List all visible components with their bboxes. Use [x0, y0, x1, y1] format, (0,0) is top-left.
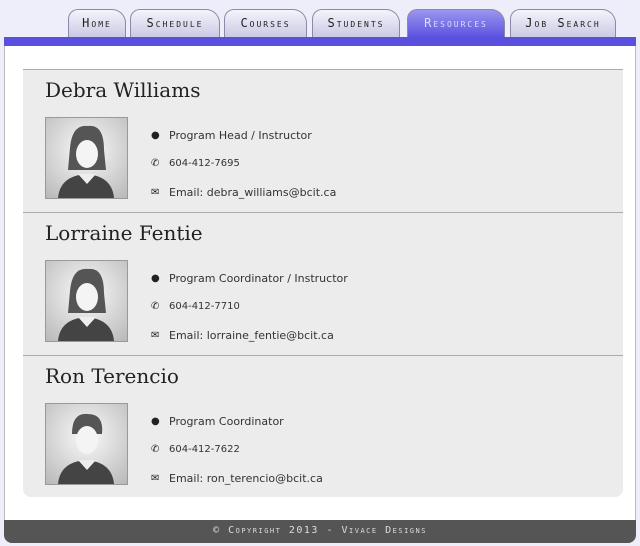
- role-row: ● Program Coordinator: [151, 415, 284, 428]
- envelope-icon: ✉: [151, 187, 160, 198]
- female-avatar-icon: [58, 125, 114, 198]
- role: Program Coordinator: [169, 415, 284, 428]
- male-avatar-icon: [58, 413, 114, 484]
- main-nav: Home Schedule Courses Students Resources…: [0, 9, 640, 38]
- staff-name: Lorraine Fentie: [45, 221, 203, 245]
- phone-row: ✆ 604-412-7695: [151, 158, 240, 169]
- phone: 604-412-7695: [169, 158, 240, 169]
- user-icon: ●: [151, 273, 160, 284]
- staff-card: Ron Terencio ● Program Coordinator ✆ 604-4…: [23, 356, 623, 499]
- phone-row: ✆ 604-412-7710: [151, 301, 240, 312]
- user-icon: ●: [151, 416, 160, 427]
- staff-card: Lorraine Fentie ● Program Coordinator / I…: [23, 213, 623, 356]
- envelope-icon: ✉: [151, 473, 160, 484]
- avatar: [45, 403, 128, 485]
- phone-icon: ✆: [151, 158, 160, 169]
- email[interactable]: Email: lorraine_fentie@bcit.ca: [169, 329, 334, 342]
- phone-row: ✆ 604-412-7622: [151, 444, 240, 455]
- role-row: ● Program Head / Instructor: [151, 129, 312, 142]
- footer: © Copyright 2013 - Vivace Designs: [4, 520, 636, 543]
- staff-name: Debra Williams: [45, 78, 201, 102]
- staff-card: Debra Williams ● Program Head / Instructo…: [23, 70, 623, 213]
- email-row: ✉ Email: ron_terencio@bcit.ca: [151, 472, 323, 485]
- phone: 604-412-7710: [169, 301, 240, 312]
- staff-list: Debra Williams ● Program Head / Instructo…: [23, 69, 623, 497]
- female-avatar-icon: [58, 268, 114, 341]
- tab-resources[interactable]: Resources: [407, 9, 505, 38]
- avatar: [45, 260, 128, 342]
- tab-courses[interactable]: Courses: [224, 9, 307, 38]
- email[interactable]: Email: debra_williams@bcit.ca: [169, 186, 336, 199]
- content: Debra Williams ● Program Head / Instructo…: [4, 46, 636, 520]
- tab-students[interactable]: Students: [312, 9, 400, 38]
- role: Program Head / Instructor: [169, 129, 312, 142]
- tab-schedule[interactable]: Schedule: [130, 9, 220, 38]
- email[interactable]: Email: ron_terencio@bcit.ca: [169, 472, 323, 485]
- phone-icon: ✆: [151, 444, 160, 455]
- email-row: ✉ Email: lorraine_fentie@bcit.ca: [151, 329, 334, 342]
- email-row: ✉ Email: debra_williams@bcit.ca: [151, 186, 336, 199]
- phone: 604-412-7622: [169, 444, 240, 455]
- avatar: [45, 117, 128, 199]
- tab-home[interactable]: Home: [68, 9, 126, 38]
- role: Program Coordinator / Instructor: [169, 272, 348, 285]
- tab-job-search[interactable]: Job Search: [510, 9, 616, 38]
- staff-name: Ron Terencio: [45, 364, 179, 388]
- phone-icon: ✆: [151, 301, 160, 312]
- envelope-icon: ✉: [151, 330, 160, 341]
- nav-bar: [4, 37, 636, 46]
- user-icon: ●: [151, 130, 160, 141]
- role-row: ● Program Coordinator / Instructor: [151, 272, 348, 285]
